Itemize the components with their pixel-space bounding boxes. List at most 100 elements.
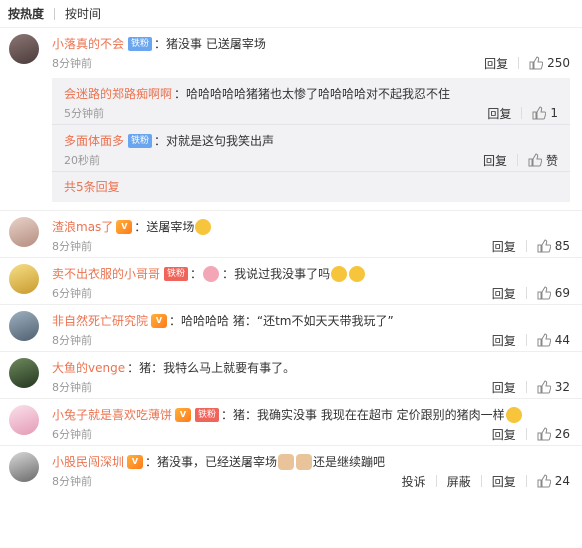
avatar[interactable] <box>9 405 39 435</box>
comment-item: 大鱼的venge ： 猪：我特么马上就要有事了。 8分钟前 回复 32 <box>0 352 582 399</box>
comment-time: 6分钟前 <box>52 287 92 300</box>
block-button[interactable]: 屏蔽 <box>447 473 471 490</box>
username[interactable]: 小落真的不会 <box>52 36 124 52</box>
avatar[interactable] <box>9 217 39 247</box>
comment-text: 送屠宰场 <box>146 220 195 234</box>
avatar[interactable] <box>9 34 39 64</box>
comment-text: 猪没事 已送屠宰场 <box>166 37 266 51</box>
cat-emoji-icon <box>296 454 313 470</box>
reply-button[interactable]: 回复 <box>487 105 511 122</box>
like-count: 250 <box>547 56 570 70</box>
comment-time: 6分钟前 <box>52 428 92 441</box>
reply-button[interactable]: 回复 <box>484 55 508 72</box>
like-button[interactable]: 赞 <box>528 152 558 169</box>
reply-time: 20秒前 <box>64 154 100 167</box>
reply-button[interactable]: 回复 <box>492 238 516 255</box>
like-button[interactable]: 24 <box>537 474 570 488</box>
sort-by-time-tab[interactable]: 按时间 <box>65 5 101 22</box>
reply-button[interactable]: 回复 <box>492 285 516 302</box>
fan-badge: 铁粉 <box>195 408 220 422</box>
comment-item: 小兔子就是喜欢吃薄饼 V 铁粉 ： 猪：我确实没事 我现在在超市 定价跟别的猪肉… <box>0 399 582 446</box>
reply-button[interactable]: 回复 <box>492 379 516 396</box>
username[interactable]: 会迷路的郑路痴啊啊 <box>64 86 172 102</box>
more-replies-link[interactable]: 共5条回复 <box>52 172 570 202</box>
sort-by-hot-tab[interactable]: 按热度 <box>8 5 44 22</box>
reply-button[interactable]: 回复 <box>492 332 516 349</box>
thumbs-up-icon <box>529 56 544 70</box>
avatar[interactable] <box>9 452 39 482</box>
username[interactable]: 小股民闯深圳 <box>52 454 124 470</box>
comment-text: 我说过我没事了吗 <box>234 267 331 281</box>
like-count: 44 <box>554 333 570 347</box>
comment-time: 8分钟前 <box>52 57 92 70</box>
like-button[interactable]: 32 <box>537 380 570 394</box>
comment-item: 小股民闯深圳 V ： 猪没事，已经送屠宰场 还是继续蹦吧 8分钟前 投诉 屏蔽 … <box>0 446 582 492</box>
vip-icon: V <box>151 314 168 328</box>
reply-button[interactable]: 回复 <box>483 152 507 169</box>
emoji-icon <box>331 266 348 282</box>
like-button[interactable]: 26 <box>537 427 570 441</box>
comment-text: 猪：我特么马上就要有事了。 <box>139 361 296 375</box>
username[interactable]: 渣浪mas了 <box>52 219 113 235</box>
avatar[interactable] <box>9 264 39 294</box>
comment-item: 非自然死亡研究院 V ： 哈哈哈哈 猪：“还tm不如天天带我玩了” 8分钟前 回… <box>0 305 582 352</box>
thumbs-up-icon <box>537 474 551 488</box>
thumbs-up-icon <box>537 239 551 253</box>
thumbs-up-icon <box>537 333 551 347</box>
comment-item: 渣浪mas了 V ： 送屠宰场 8分钟前 回复 85 <box>0 211 582 258</box>
like-button[interactable]: 1 <box>532 106 558 120</box>
like-button[interactable]: 250 <box>529 56 570 70</box>
sort-divider <box>54 7 56 20</box>
emoji-icon <box>349 266 366 282</box>
reply-time: 5分钟前 <box>64 107 104 120</box>
reply-button[interactable]: 回复 <box>492 426 516 443</box>
emoji-icon <box>195 219 212 235</box>
like-count: 1 <box>550 106 558 120</box>
fan-badge: 铁粉 <box>164 267 189 281</box>
pig-emoji-icon <box>203 266 220 282</box>
reply-text: 哈哈哈哈哈猪猪也太惨了哈哈哈哈对不起我忍不住 <box>186 87 451 101</box>
comment-text: 哈哈哈哈 猪：“还tm不如天天带我玩了” <box>181 314 394 328</box>
avatar[interactable] <box>9 311 39 341</box>
comment-text-continued: 还是继续蹦吧 <box>313 455 386 469</box>
reply-button[interactable]: 回复 <box>492 473 516 490</box>
comment-text: 猪没事，已经送屠宰场 <box>157 455 278 469</box>
like-button[interactable]: 69 <box>537 286 570 300</box>
thumbs-up-icon <box>528 153 542 167</box>
reply-item: 多面体面多 铁粉 ： 对就是这句我笑出声 20秒前 回复 赞 <box>52 125 570 172</box>
report-button[interactable]: 投诉 <box>402 473 426 490</box>
like-count: 赞 <box>545 153 558 168</box>
avatar[interactable] <box>9 358 39 388</box>
comment-text: 猪：我确实没事 我现在在超市 定价跟别的猪肉一样 <box>233 408 505 422</box>
username[interactable]: 多面体面多 <box>64 133 124 149</box>
reply-text: 对就是这句我笑出声 <box>166 134 275 148</box>
cat-emoji-icon <box>278 454 295 470</box>
thumbs-up-icon <box>537 427 551 441</box>
username[interactable]: 小兔子就是喜欢吃薄饼 <box>52 407 172 423</box>
username[interactable]: 非自然死亡研究院 <box>52 313 148 329</box>
like-count: 26 <box>554 427 570 441</box>
fan-badge: 铁粉 <box>128 37 153 51</box>
vip-icon: V <box>127 455 144 469</box>
comment-item: 卖不出衣服的小哥哥 铁粉 ： ： 我说过我没事了吗 6分钟前 回复 69 <box>0 258 582 305</box>
comment-time: 8分钟前 <box>52 240 92 253</box>
comment-time: 8分钟前 <box>52 334 92 347</box>
username[interactable]: 卖不出衣服的小哥哥 <box>52 266 160 282</box>
like-button[interactable]: 44 <box>537 333 570 347</box>
emoji-icon <box>505 407 522 423</box>
thumbs-up-icon <box>537 286 551 300</box>
vip-icon: V <box>116 220 133 234</box>
thumbs-up-icon <box>532 106 547 120</box>
like-count: 24 <box>554 474 570 488</box>
like-count: 69 <box>554 286 570 300</box>
comment-time: 8分钟前 <box>52 475 92 488</box>
like-count: 85 <box>554 239 570 253</box>
vip-icon: V <box>175 408 192 422</box>
comment-time: 8分钟前 <box>52 381 92 394</box>
username[interactable]: 大鱼的venge <box>52 360 125 376</box>
like-count: 32 <box>554 380 570 394</box>
sort-bar: 按热度 按时间 <box>0 0 582 28</box>
thumbs-up-icon <box>537 380 551 394</box>
comment-actions: 回复 250 <box>484 55 570 72</box>
like-button[interactable]: 85 <box>537 239 570 253</box>
